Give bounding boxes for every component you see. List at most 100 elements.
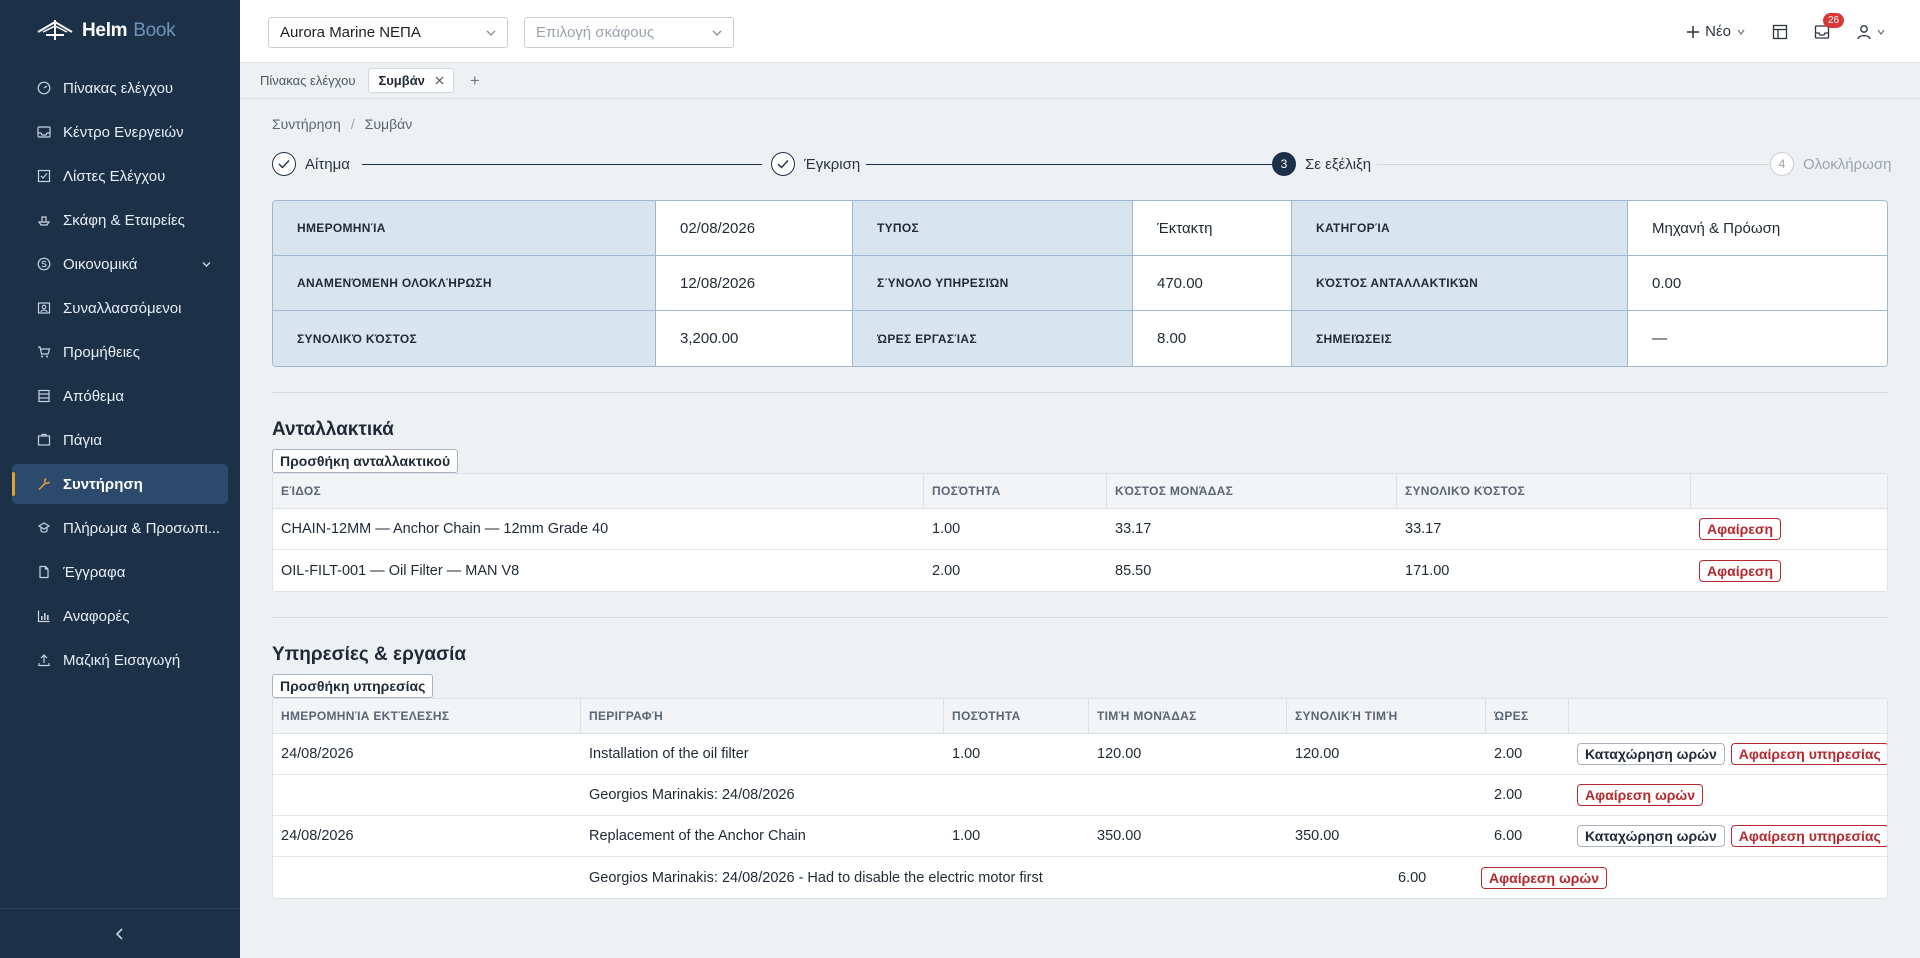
- service-date: [273, 857, 581, 898]
- column-header: ΠΟΣΌΤΗΤΑ: [944, 699, 1089, 733]
- service-total-price: 350.00: [1295, 828, 1340, 844]
- remove-part-button[interactable]: Αφαίρεση: [1699, 518, 1782, 540]
- sidebar-item-4[interactable]: Οικονομικά: [12, 244, 228, 284]
- field-label: ΚΑΤΗΓΟΡΊΑ: [1292, 201, 1628, 256]
- add-part-button[interactable]: Προσθήκη ανταλλακτικού: [272, 449, 459, 473]
- new-button[interactable]: Νέο: [1686, 23, 1746, 40]
- breadcrumb: Συντήρηση / Συμβάν: [272, 116, 1888, 132]
- sidebar-item-label: Πλήρωμα & Προσωπι...: [63, 519, 221, 537]
- plus-icon: [1687, 25, 1700, 38]
- row-actions: Αφαίρεση: [1691, 509, 1887, 549]
- field-label: ΚΌΣΤΟΣ ΑΝΤΑΛΛΑΚΤΙΚΏΝ: [1292, 256, 1628, 311]
- field-label: ΗΜΕΡΟΜΗΝΊΑ: [273, 201, 656, 256]
- parts-table: ΕΊΔΟΣ ΠΟΣΌΤΗΤΑ ΚΌΣΤΟΣ ΜΟΝΆΔΑΣ ΣΥΝΟΛΙΚΌ Κ…: [272, 473, 1888, 592]
- table-row: 24/08/2026 Replacement of the Anchor Cha…: [273, 816, 1887, 857]
- step-completion: 4 Ολοκλήρωση: [1770, 152, 1898, 176]
- step-approval: Έγκριση: [771, 152, 867, 176]
- row-actions: Καταχώρηση ωρών Αφαίρεση υπηρεσίας: [1569, 734, 1887, 774]
- service-unit-price: 120.00: [1097, 746, 1142, 762]
- table-row: CHAIN-12MM — Anchor Chain — 12mm Grade 4…: [273, 509, 1887, 550]
- remove-hours-button[interactable]: Αφαίρεση ωρών: [1481, 866, 1608, 889]
- assets-icon: [36, 432, 52, 448]
- service-hours: 6.00: [1398, 869, 1427, 886]
- sidebar-item-7[interactable]: Απόθεμα: [12, 376, 228, 416]
- column-header: ΠΟΣΌΤΗΤΑ: [924, 474, 1107, 508]
- layout-button[interactable]: [1772, 24, 1788, 40]
- table-header: ΕΊΔΟΣ ΠΟΣΌΤΗΤΑ ΚΌΣΤΟΣ ΜΟΝΆΔΑΣ ΣΥΝΟΛΙΚΌ Κ…: [273, 474, 1887, 509]
- notifications-badge: 26: [1823, 12, 1845, 28]
- sidebar-item-1[interactable]: Κέντρο Ενεργειών: [12, 112, 228, 152]
- remove-service-button[interactable]: Αφαίρεση υπηρεσίας: [1730, 825, 1887, 847]
- log-hours-button[interactable]: Καταχώρηση ωρών: [1577, 825, 1725, 847]
- user-menu-button[interactable]: [1856, 24, 1886, 40]
- logo-text-suffix: Book: [133, 20, 176, 41]
- sidebar-item-12[interactable]: Αναφορές: [12, 596, 228, 636]
- breadcrumb-parent[interactable]: Συντήρηση: [272, 116, 341, 132]
- column-header: [1691, 474, 1887, 508]
- sidebar-item-13[interactable]: Μαζική Εισαγωγή: [12, 640, 228, 680]
- gauge-icon: [36, 80, 52, 96]
- field-value: 8.00: [1133, 311, 1292, 366]
- sidebar-item-0[interactable]: Πίνακας ελέγχου: [12, 68, 228, 108]
- collapse-sidebar-button[interactable]: [0, 908, 240, 958]
- step-in-progress: 3 Σε εξέλιξη: [1272, 152, 1378, 176]
- company-select-value: Aurora Marine ΝΕΠΑ: [280, 24, 421, 41]
- step-label: Ολοκλήρωση: [1803, 155, 1892, 173]
- service-hours: 6.00: [1494, 828, 1523, 844]
- row-actions: Αφαίρεση ωρών: [1473, 857, 1887, 898]
- add-service-button[interactable]: Προσθήκη υπηρεσίας: [272, 674, 434, 698]
- remove-hours-button[interactable]: Αφαίρεση ωρών: [1577, 784, 1704, 806]
- section-divider: [272, 617, 1888, 618]
- chevron-down-icon: [1877, 29, 1885, 35]
- tab-dashboard[interactable]: Πίνακας ελέγχου: [255, 69, 360, 92]
- column-header: ΕΊΔΟΣ: [273, 474, 924, 508]
- close-icon[interactable]: [435, 76, 444, 85]
- notifications-button[interactable]: 26: [1814, 12, 1845, 40]
- vessel-select[interactable]: Επιλογή σκάφους: [524, 17, 734, 48]
- service-hours: 2.00: [1494, 787, 1523, 803]
- sidebar-item-3[interactable]: Σκάφη & Εταιρείες: [12, 200, 228, 240]
- field-value: 12/08/2026: [656, 256, 853, 311]
- tab-incident-label: Συμβάν: [378, 73, 425, 88]
- sidebar-item-label: Προμήθειες: [63, 343, 140, 361]
- sidebar-item-9[interactable]: Συντήρηση: [12, 464, 228, 504]
- cart-icon: [36, 344, 52, 360]
- column-header: ΣΥΝΟΛΙΚΉ ΤΙΜΉ: [1287, 699, 1486, 733]
- step-connector: [1372, 164, 1772, 165]
- sidebar-item-5[interactable]: Συναλλασσόμενοι: [12, 288, 228, 328]
- chevron-down-icon: [1737, 29, 1745, 35]
- ship-icon: [36, 212, 52, 228]
- sidebar-item-10[interactable]: Πλήρωμα & Προσωπι...: [12, 508, 228, 548]
- company-select[interactable]: Aurora Marine ΝΕΠΑ: [268, 17, 508, 48]
- service-description: Installation of the oil filter: [589, 746, 749, 762]
- helm-logo-icon: [37, 20, 73, 40]
- chart-icon: [36, 608, 52, 624]
- service-hours: 2.00: [1494, 746, 1523, 762]
- sidebar-item-8[interactable]: Πάγια: [12, 420, 228, 460]
- sidebar: Helm Book Πίνακας ελέγχου Κέντρο Ενεργειών…: [0, 0, 240, 958]
- tab-incident[interactable]: Συμβάν: [368, 68, 454, 93]
- sidebar-item-label: Συντήρηση: [63, 475, 143, 493]
- breadcrumb-current: Συμβάν: [364, 116, 413, 132]
- add-tab-button[interactable]: +: [470, 71, 480, 91]
- wrench-icon: [36, 476, 52, 492]
- app-logo[interactable]: Helm Book: [0, 0, 240, 62]
- sidebar-item-6[interactable]: Προμήθειες: [12, 332, 228, 372]
- column-header: ΏΡΕΣ: [1486, 699, 1569, 733]
- chevron-down-icon: [486, 30, 496, 36]
- topbar-actions: Νέο 26: [1686, 0, 1886, 63]
- column-header: ΚΌΣΤΟΣ ΜΟΝΆΔΑΣ: [1107, 474, 1397, 508]
- column-header: ΣΥΝΟΛΙΚΌ ΚΌΣΤΟΣ: [1397, 474, 1691, 508]
- step-number: 3: [1272, 152, 1296, 176]
- column-header: [1569, 699, 1887, 733]
- sidebar-item-label: Μαζική Εισαγωγή: [63, 651, 181, 669]
- crew-icon: [36, 520, 52, 536]
- chevron-down-icon: [201, 257, 212, 274]
- main-content: Συντήρηση / Συμβάν Αίτημα Έγκριση 3 Σε ε…: [272, 100, 1898, 899]
- services-table: ΗΜΕΡΟΜΗΝΊΑ ΕΚΤΈΛΕΣΗΣ ΠΕΡΙΓΡΑΦΉ ΠΟΣΌΤΗΤΑ …: [272, 698, 1888, 899]
- log-hours-button[interactable]: Καταχώρηση ωρών: [1577, 743, 1725, 765]
- sidebar-item-11[interactable]: Έγγραφα: [12, 552, 228, 592]
- remove-service-button[interactable]: Αφαίρεση υπηρεσίας: [1730, 743, 1887, 765]
- sidebar-item-2[interactable]: Λίστες Ελέγχου: [12, 156, 228, 196]
- remove-part-button[interactable]: Αφαίρεση: [1699, 559, 1782, 582]
